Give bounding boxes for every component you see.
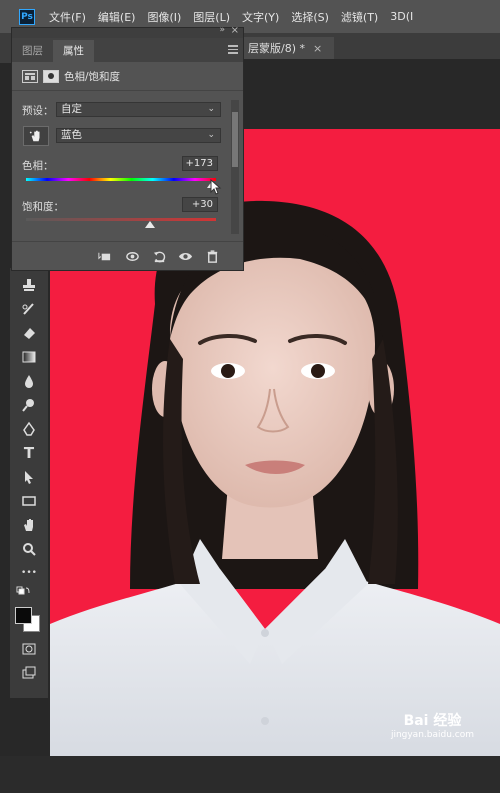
properties-panel: » × 图层 属性 色相/饱和度 预设： 自定 ⌄ 蓝色 ⌄ 色相： +173 … (11, 25, 244, 271)
chevron-down-icon: ⌄ (207, 104, 215, 114)
collapse-icon[interactable]: » (219, 25, 225, 35)
menu-layer[interactable]: 图层(L) (193, 9, 230, 25)
saturation-label: 饱和度： (22, 201, 64, 213)
trash-icon[interactable] (204, 248, 220, 264)
document-tab[interactable]: 层蒙版/8) * × (244, 37, 334, 59)
panel-header-bar: » × (12, 25, 243, 38)
tools-panel: T ••• (10, 268, 48, 698)
chevron-down-icon: ⌄ (207, 130, 215, 140)
hue-label: 色相： (22, 160, 54, 172)
menu-filter[interactable]: 滤镜(T) (341, 9, 378, 25)
document-tab-title: 层蒙版/8) * (248, 42, 305, 55)
zoom-icon[interactable] (20, 540, 38, 558)
panel-close-icon[interactable]: × (231, 25, 239, 36)
mouse-cursor-icon (210, 179, 222, 195)
menu-select[interactable]: 选择(S) (291, 9, 329, 25)
document-workspace (244, 59, 500, 129)
menu-edit[interactable]: 编辑(E) (98, 9, 136, 25)
visibility-eye-icon[interactable] (177, 248, 193, 264)
swap-colors-icon[interactable] (14, 584, 32, 602)
preset-value: 自定 (61, 103, 82, 115)
status-area (0, 756, 500, 793)
menu-3d[interactable]: 3D(I (390, 10, 413, 23)
menu-file[interactable]: 文件(F) (49, 9, 86, 25)
saturation-slider-thumb[interactable] (144, 221, 155, 228)
quick-mask-icon[interactable] (20, 640, 38, 658)
gradient-icon[interactable] (20, 348, 38, 366)
scrollbar-thumb[interactable] (232, 112, 238, 167)
pen-icon[interactable] (20, 420, 38, 438)
panel-footer (12, 241, 243, 270)
dodge-icon[interactable] (20, 396, 38, 414)
channel-value: 蓝色 (61, 129, 82, 141)
preset-dropdown[interactable]: 自定 ⌄ (56, 102, 221, 117)
screen-mode-icon[interactable] (20, 664, 38, 682)
hand-target-icon (29, 130, 40, 142)
foreground-color-swatch[interactable] (15, 607, 32, 624)
type-icon[interactable]: T (20, 444, 38, 462)
clip-to-layer-icon[interactable] (96, 248, 112, 264)
saturation-slider-track[interactable] (26, 218, 216, 221)
adjustment-title: 色相/饱和度 (64, 70, 121, 83)
menu-type[interactable]: 文字(Y) (242, 9, 279, 25)
hand-icon[interactable] (20, 516, 38, 534)
panel-tabs: 图层 属性 (12, 38, 243, 62)
panel-menu-icon[interactable] (228, 45, 238, 56)
channel-dropdown[interactable]: 蓝色 ⌄ (56, 128, 221, 143)
saturation-input[interactable]: +30 (182, 197, 218, 212)
layer-mask-icon[interactable] (43, 69, 59, 83)
adjustment-header: 色相/饱和度 (12, 62, 243, 91)
panel-scrollbar[interactable] (231, 100, 239, 234)
watermark-url: jingyan.baidu.com (390, 730, 474, 740)
reset-icon[interactable] (151, 248, 167, 264)
path-select-icon[interactable] (20, 468, 38, 486)
history-brush-icon[interactable] (20, 300, 38, 318)
more-tools-icon[interactable]: ••• (20, 564, 38, 582)
baidu-watermark: Bai 经验 jingyan.baidu.com (391, 710, 474, 740)
blur-icon[interactable] (20, 372, 38, 390)
photoshop-logo-icon[interactable]: Ps (19, 8, 35, 25)
adjustment-layer-icon (22, 69, 38, 83)
close-icon[interactable]: × (313, 42, 322, 55)
hue-input[interactable]: +173 (182, 156, 218, 171)
targeted-adjustment-tool[interactable] (23, 126, 49, 146)
tab-layers[interactable]: 图层 (12, 40, 53, 62)
hue-slider-track[interactable] (26, 178, 216, 181)
rectangle-icon[interactable] (20, 492, 38, 510)
menu-image[interactable]: 图像(I) (147, 9, 181, 25)
preset-label: 预设： (22, 105, 54, 117)
watermark-title: Bai 经验 (403, 713, 462, 729)
tab-properties[interactable]: 属性 (53, 40, 94, 62)
stamp-icon[interactable] (20, 276, 38, 294)
view-previous-state-icon[interactable] (124, 248, 140, 264)
foreground-background-colors[interactable] (14, 606, 40, 632)
eraser-icon[interactable] (20, 324, 38, 342)
